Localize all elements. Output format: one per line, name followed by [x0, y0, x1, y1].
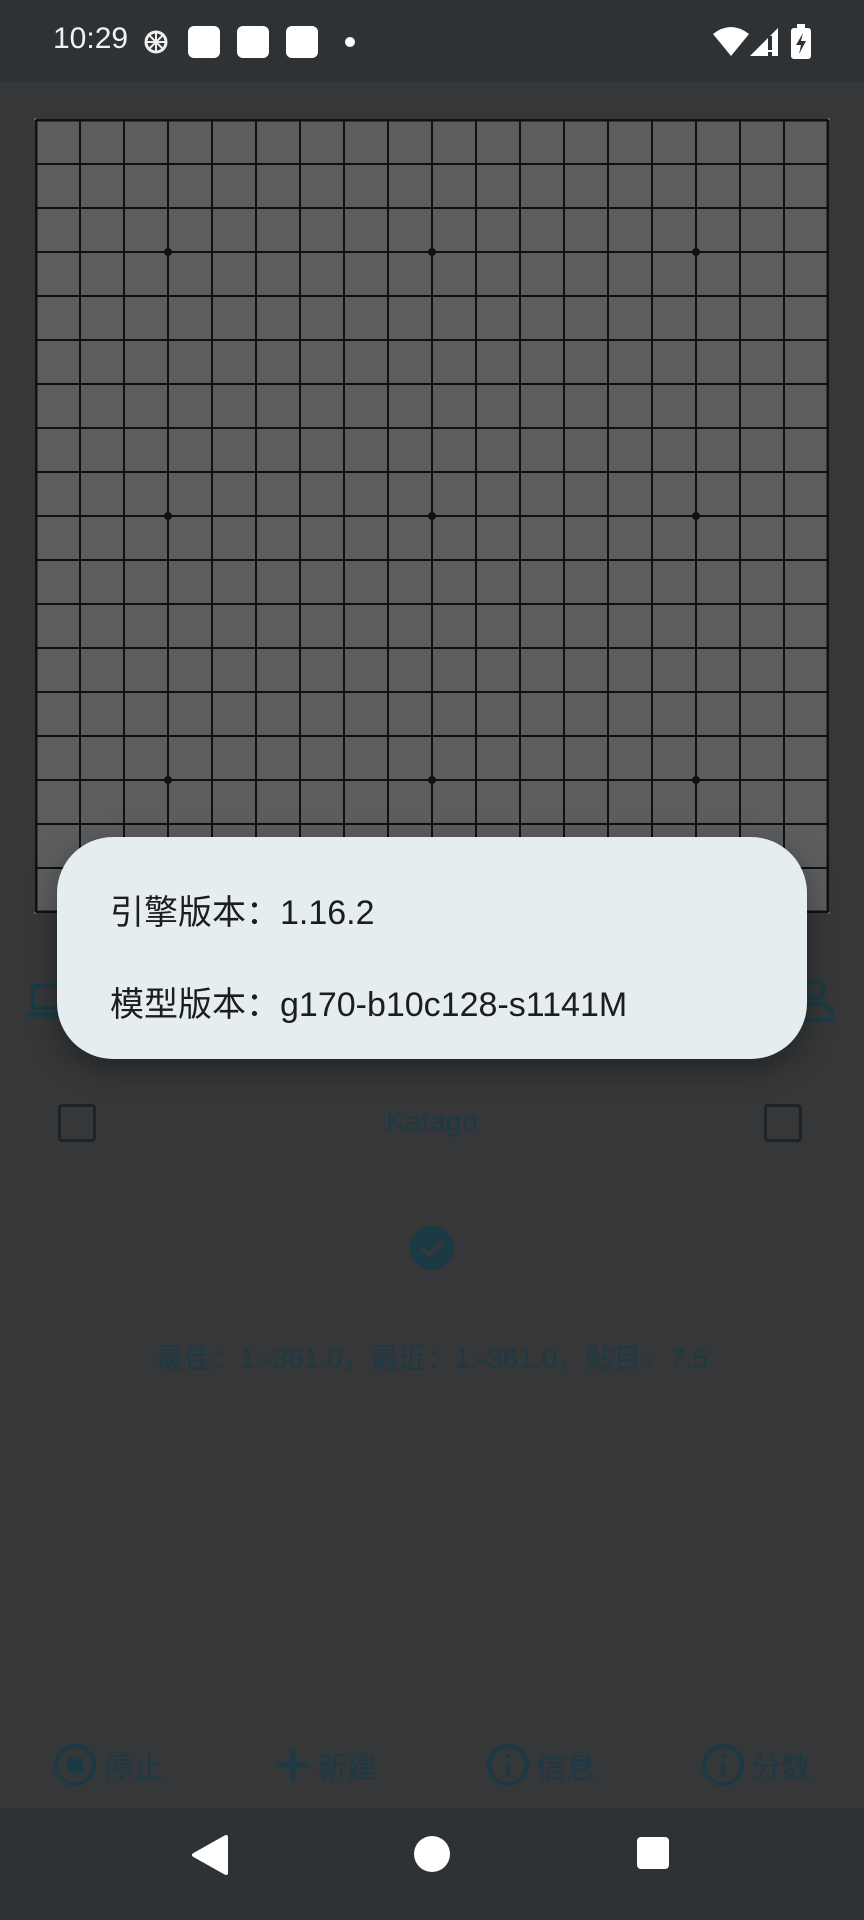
star-point: [692, 776, 700, 784]
battery-charging-icon: [791, 24, 811, 59]
star-point: [428, 248, 436, 256]
recents-icon[interactable]: [636, 1836, 670, 1870]
stop-label: 停止: [103, 1752, 163, 1785]
plus-icon: [277, 1749, 309, 1781]
star-point: [164, 512, 172, 520]
notification-square-icon: [188, 26, 220, 58]
model-version-text: 模型版本：g170-b10c128-s1141M: [110, 986, 628, 1024]
version-info-dialog[interactable]: 引擎版本：1.16.2 模型版本：g170-b10c128-s1141M: [57, 837, 807, 1059]
go-board-grid[interactable]: [34, 118, 830, 914]
notification-square-icon: [286, 26, 318, 58]
info-circle-icon: [487, 1744, 529, 1786]
check-circle-icon[interactable]: [410, 1226, 454, 1270]
white-engine-checkbox[interactable]: [764, 1104, 802, 1142]
star-point: [428, 776, 436, 784]
stop-circle-icon: [54, 1744, 96, 1786]
score-button[interactable]: 分数: [701, 1740, 811, 1790]
stop-button[interactable]: 停止: [53, 1740, 163, 1790]
status-bar: 10:29: [0, 0, 864, 82]
engine-version-text: 引擎版本：1.16.2: [110, 894, 375, 932]
star-point: [692, 248, 700, 256]
score-stats-label: 最佳：1:-361.0，最近：1:-361.0，贴目：7.5: [155, 1343, 709, 1374]
info-circle-icon: [702, 1744, 744, 1786]
star-point: [164, 248, 172, 256]
dot-icon: [345, 37, 355, 47]
info-button[interactable]: 信息: [486, 1740, 596, 1790]
back-icon[interactable]: [190, 1834, 230, 1876]
star-point: [164, 776, 172, 784]
star-point: [692, 512, 700, 520]
info-label: 信息: [536, 1752, 596, 1785]
new-game-button[interactable]: 新建: [275, 1740, 377, 1790]
notification-square-icon: [237, 26, 269, 58]
star-point: [428, 512, 436, 520]
wifi-icon: [713, 27, 749, 56]
notification-app-icon: [144, 30, 168, 54]
go-board[interactable]: [34, 118, 830, 914]
engine-name-label: Katago: [386, 1106, 478, 1138]
signal-icon: [750, 28, 778, 56]
navigation-bar: [0, 1808, 864, 1920]
score-label: 分数: [751, 1752, 811, 1785]
status-time: 10:29: [53, 22, 129, 55]
new-game-label: 新建: [317, 1752, 377, 1785]
home-icon[interactable]: [412, 1834, 452, 1874]
